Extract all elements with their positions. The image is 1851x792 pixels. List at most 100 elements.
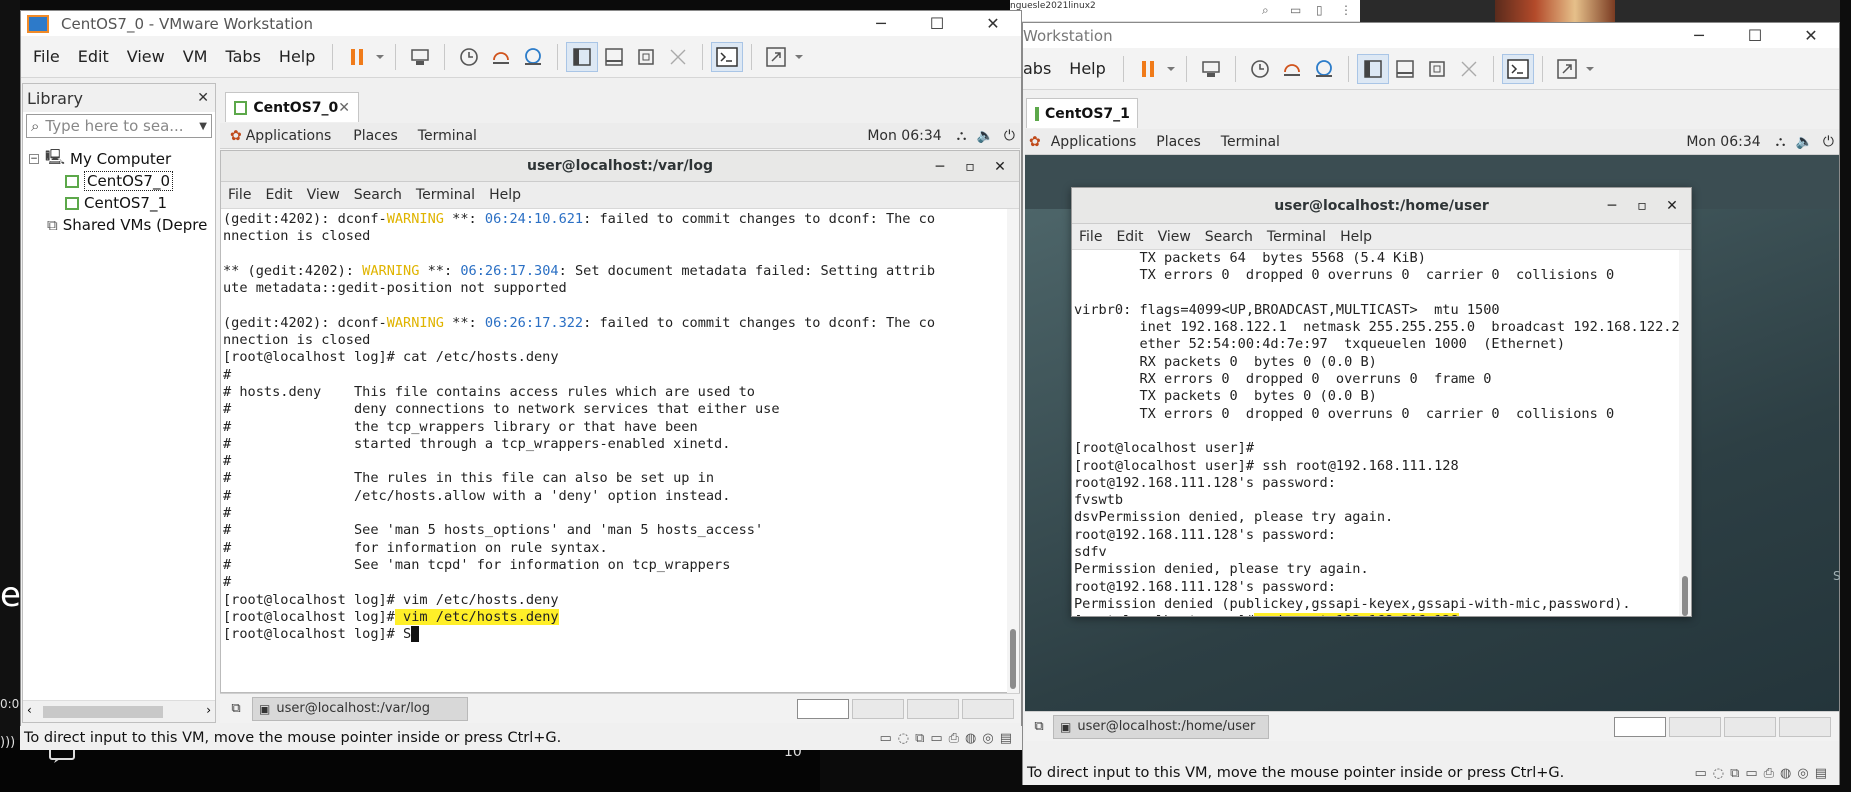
terminal-scrollbar[interactable] (1007, 209, 1019, 693)
places-menu[interactable]: Places (1146, 134, 1211, 150)
applications-menu[interactable]: Applications (246, 128, 344, 144)
term-menu-view[interactable]: View (300, 187, 347, 203)
close-icon[interactable]: ✕ (197, 90, 209, 106)
minimize-button[interactable]: ─ (1671, 26, 1727, 45)
places-menu[interactable]: Places (343, 128, 408, 144)
thumbnail-bar-icon[interactable] (598, 42, 630, 72)
chevron-down-icon[interactable] (1164, 54, 1178, 84)
tab-centos7-1[interactable]: CentOS7_1 (1026, 98, 1138, 128)
close-tab-icon[interactable]: ✕ (338, 100, 350, 116)
thumbnail-bar-icon[interactable] (1389, 54, 1421, 84)
taskbar-terminal-button[interactable]: ▣ user@localhost:/var/log (252, 696, 468, 721)
device-icons[interactable]: ▭◌⧉▭⎙◍◎▤ (879, 731, 1022, 746)
terminal-output[interactable]: TX packets 64 bytes 5568 (5.4 KiB) TX er… (1072, 250, 1679, 616)
library-hscrollbar[interactable]: ‹ › (23, 700, 215, 722)
stretch-guest-icon[interactable] (760, 42, 792, 72)
applications-menu[interactable]: Applications (1051, 134, 1147, 150)
term-menu-file[interactable]: File (221, 187, 258, 203)
term-menu-help[interactable]: Help (482, 187, 528, 203)
chevron-left-icon[interactable]: ‹ (27, 703, 32, 717)
terminal-maximize-button[interactable]: ▫ (955, 159, 985, 175)
show-library-icon[interactable] (1356, 53, 1389, 84)
menu-help[interactable]: Help (270, 47, 324, 66)
term-menu-search[interactable]: Search (1198, 229, 1260, 245)
workspace-4[interactable] (962, 698, 1014, 719)
menu-view[interactable]: View (118, 47, 174, 66)
revert-snapshot-icon[interactable] (485, 42, 517, 72)
terminal-output[interactable]: (gedit:4202): dconf-WARNING **: 06:24:10… (221, 209, 1007, 689)
unity-icon[interactable] (1453, 54, 1485, 84)
chevron-down-icon[interactable] (1583, 54, 1597, 84)
console-view-icon[interactable] (1501, 53, 1534, 84)
device-icons[interactable]: ▭◌⧉▭⎙◍◎▤ (1694, 766, 1839, 781)
console-view-icon[interactable] (711, 41, 744, 72)
guest-screen[interactable]: ✿ Applications Places Terminal Mon 06:34… (220, 123, 1020, 723)
volume-icon[interactable]: 🔈 (1790, 134, 1817, 150)
menu-vm[interactable]: VM (174, 47, 217, 66)
network-icon[interactable]: ⛬ (1771, 134, 1791, 150)
menu-help[interactable]: Help (1060, 59, 1114, 78)
menu-file[interactable]: File (21, 47, 69, 66)
maximize-button[interactable]: ☐ (1727, 26, 1783, 45)
menu-tabs[interactable]: Tabs (216, 47, 269, 66)
tree-item-shared-vms[interactable]: ⧉ Shared VMs (Depre (23, 214, 215, 236)
guest-screen[interactable]: ✿ Applications Places Terminal Mon 06:34… (1025, 129, 1841, 741)
term-menu-terminal[interactable]: Terminal (1260, 229, 1333, 245)
clock[interactable]: Mon 06:34 (857, 128, 951, 144)
close-button[interactable]: ✕ (965, 14, 1021, 33)
minimize-button[interactable]: ─ (853, 14, 909, 33)
power-icon[interactable]: ⏻ (999, 128, 1020, 144)
revert-snapshot-icon[interactable] (1276, 54, 1308, 84)
snapshot-manager-icon[interactable] (517, 42, 549, 72)
workspace-3[interactable] (907, 698, 959, 719)
full-screen-icon[interactable] (630, 42, 662, 72)
terminal-minimize-button[interactable]: ─ (1597, 198, 1627, 214)
tree-item-centos7-1[interactable]: CentOS7_1 (23, 192, 215, 214)
term-menu-edit[interactable]: Edit (258, 187, 299, 203)
workspace-1[interactable] (797, 698, 849, 719)
term-menu-view[interactable]: View (1151, 229, 1198, 245)
collapse-icon[interactable]: − (29, 154, 39, 164)
menu-tabs[interactable]: abs (1023, 59, 1060, 78)
library-search-input[interactable]: ⌕ Type here to sea... ▼ (26, 114, 212, 138)
tree-item-centos7-0[interactable]: CentOS7_0 (23, 170, 215, 192)
stretch-guest-icon[interactable] (1551, 54, 1583, 84)
terminal-close-button[interactable]: ✕ (985, 159, 1015, 175)
scrollbar-thumb[interactable] (43, 706, 163, 718)
tab-centos7-0[interactable]: CentOS7_0 ✕ (225, 92, 359, 122)
term-menu-edit[interactable]: Edit (1109, 229, 1150, 245)
snapshot-icon[interactable] (1244, 54, 1276, 84)
terminal-menu[interactable]: Terminal (408, 128, 487, 144)
tree-item-my-computer[interactable]: − 🖳 My Computer (23, 148, 215, 170)
term-menu-file[interactable]: File (1072, 229, 1109, 245)
snapshot-icon[interactable] (453, 42, 485, 72)
workspace-4[interactable] (1779, 716, 1831, 737)
menu-edit[interactable]: Edit (69, 47, 118, 66)
snapshot-manager-icon[interactable] (1308, 54, 1340, 84)
unity-icon[interactable] (662, 42, 694, 72)
terminal-close-button[interactable]: ✕ (1657, 198, 1687, 214)
show-desktop-icon[interactable]: ⧉ (1025, 719, 1053, 734)
chevron-down-icon[interactable] (373, 42, 387, 72)
send-ctrl-alt-del-icon[interactable] (404, 42, 436, 72)
show-desktop-icon[interactable]: ⧉ (220, 701, 252, 716)
terminal-scrollbar[interactable] (1679, 250, 1691, 616)
terminal-minimize-button[interactable]: ─ (925, 159, 955, 175)
maximize-button[interactable]: ☐ (909, 14, 965, 33)
volume-icon[interactable]: 🔈 (971, 128, 998, 144)
chevron-down-icon[interactable]: ▼ (199, 121, 207, 132)
pause-icon[interactable] (341, 42, 373, 72)
terminal-maximize-button[interactable]: ▫ (1627, 198, 1657, 214)
show-library-icon[interactable] (566, 41, 599, 72)
close-button[interactable]: ✕ (1783, 26, 1839, 45)
workspace-2[interactable] (852, 698, 904, 719)
send-ctrl-alt-del-icon[interactable] (1195, 54, 1227, 84)
pause-icon[interactable] (1132, 54, 1164, 84)
taskbar-terminal-button[interactable]: ▣ user@localhost:/home/user (1053, 714, 1269, 739)
term-menu-help[interactable]: Help (1333, 229, 1379, 245)
term-menu-terminal[interactable]: Terminal (409, 187, 482, 203)
term-menu-search[interactable]: Search (347, 187, 409, 203)
clock[interactable]: Mon 06:34 (1676, 134, 1770, 150)
network-icon[interactable]: ⛬ (952, 128, 972, 144)
power-icon[interactable]: ⏻ (1818, 134, 1839, 150)
